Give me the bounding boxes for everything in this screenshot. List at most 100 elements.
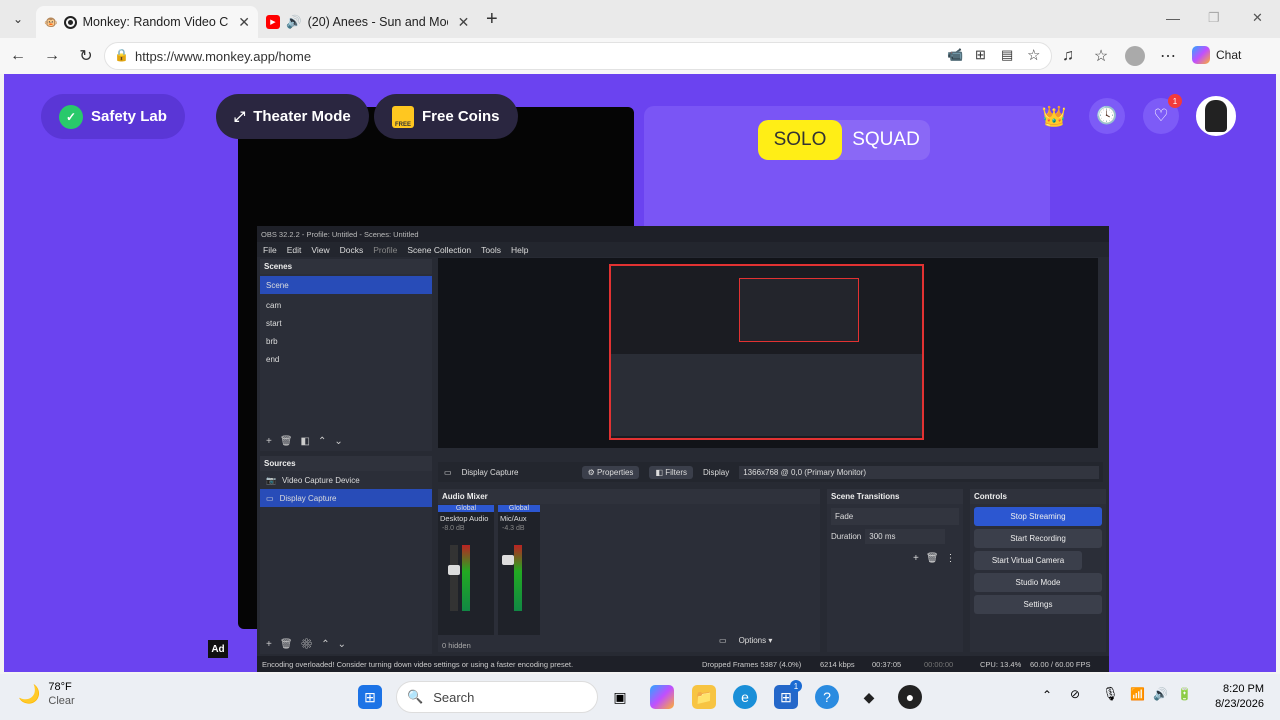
favorite-star-icon[interactable]: ☆ <box>1027 46 1040 64</box>
menu-docks[interactable]: Docks <box>340 245 364 255</box>
menu-help[interactable]: Help <box>511 245 528 255</box>
minimize-button[interactable]: — <box>1166 10 1180 26</box>
tab-title: (20) Anees - Sun and Moon (C <box>307 15 448 29</box>
delete-icon[interactable]: 🗑 <box>926 553 946 564</box>
display-select[interactable]: 1366x768 @ 0,0 (Primary Monitor) <box>739 465 1100 479</box>
store-icon[interactable]: ⊞ 1 <box>774 680 802 709</box>
copilot-chat-button[interactable]: Chat <box>1192 46 1241 64</box>
menu-tools[interactable]: Tools <box>481 245 501 255</box>
microphone-icon[interactable]: 🎙 <box>1102 686 1119 702</box>
free-coins-button[interactable]: FREE Free Coins <box>374 94 518 139</box>
add-icon[interactable]: + <box>266 639 280 650</box>
scene-item[interactable]: Scene <box>260 276 432 294</box>
menu-edit[interactable]: Edit <box>287 245 302 255</box>
volume-slider[interactable] <box>502 555 514 565</box>
source-item[interactable]: ▭ Display Capture <box>260 489 432 507</box>
tab-youtube[interactable]: ▶ 🔊 (20) Anees - Sun and Moon (C ✕ <box>258 6 478 38</box>
start-icon[interactable]: ⊞ <box>358 685 382 709</box>
mode-toggle: SOLO SQUAD <box>758 120 930 160</box>
duration-field[interactable]: 300 ms <box>865 529 946 544</box>
delete-icon[interactable]: 🗑 <box>280 639 301 650</box>
down-icon[interactable]: ⌄ <box>334 436 350 447</box>
menu-scene-collection[interactable]: Scene Collection <box>407 245 471 255</box>
back-icon[interactable]: ← <box>8 46 28 66</box>
transition-select[interactable]: Fade <box>831 508 959 525</box>
apps-icon[interactable]: ⊞ <box>975 47 986 63</box>
tray-chevron-icon[interactable]: ⌃ <box>1042 688 1052 702</box>
task-view-icon[interactable]: ▣ <box>608 685 632 709</box>
site-info-icon[interactable]: 🔒 <box>114 48 129 62</box>
down-icon[interactable]: ⌄ <box>338 639 354 650</box>
help-icon[interactable]: ? <box>815 685 839 709</box>
scene-item[interactable]: cam <box>260 296 432 314</box>
up-icon[interactable]: ⌃ <box>321 639 337 650</box>
source-item[interactable]: 📷 Video Capture Device <box>260 471 432 489</box>
crown-icon[interactable]: 👑 <box>1036 98 1072 134</box>
user-avatar[interactable] <box>1196 96 1236 136</box>
menu-view[interactable]: View <box>311 245 329 255</box>
volume-icon[interactable]: 🔊 <box>1153 687 1168 701</box>
obs-tray-icon[interactable]: ⊘ <box>1070 687 1080 701</box>
moon-icon: 🌙 <box>18 683 41 704</box>
media-icon[interactable]: ♫ <box>1058 46 1078 66</box>
filter-icon[interactable]: ◧ <box>301 436 318 447</box>
solo-tab[interactable]: SOLO <box>758 120 842 160</box>
camera-icon[interactable]: 📹 <box>947 47 963 63</box>
more-icon[interactable]: ⋯ <box>1158 46 1178 66</box>
forward-icon[interactable]: → <box>42 46 62 66</box>
copilot-icon <box>1192 46 1210 64</box>
mixer-layout-icon[interactable]: ▭ <box>719 636 727 645</box>
gear-icon[interactable]: ⚙ <box>301 639 322 650</box>
menu-profile[interactable]: Profile <box>373 245 397 255</box>
copilot-icon[interactable] <box>650 685 674 709</box>
history-icon[interactable]: 🕓 <box>1089 98 1125 134</box>
studio-mode-button[interactable]: Studio Mode <box>974 573 1102 592</box>
delete-icon[interactable]: 🗑 <box>280 436 301 447</box>
tab-list-chevron-icon[interactable]: ⌄ <box>0 12 36 26</box>
edge-icon[interactable]: e <box>733 685 757 709</box>
weather-widget[interactable]: 🌙 78°F Clear <box>18 680 75 708</box>
safety-lab-button[interactable]: ✓ Safety Lab <box>41 94 185 139</box>
profile-avatar[interactable] <box>1125 46 1145 66</box>
clock[interactable]: 8:20 PM 8/23/2026 <box>1206 682 1264 712</box>
close-window-button[interactable]: ✕ <box>1252 10 1263 26</box>
stop-streaming-button[interactable]: Stop Streaming <box>974 507 1102 526</box>
scene-item[interactable]: end <box>260 350 432 368</box>
restore-button[interactable]: ❐ <box>1208 10 1220 26</box>
scene-item[interactable]: brb <box>260 332 432 350</box>
filters-button[interactable]: ◧ Filters <box>649 465 693 479</box>
display-capture-frame[interactable] <box>609 264 924 440</box>
refresh-icon[interactable]: ↻ <box>76 46 96 66</box>
up-icon[interactable]: ⌃ <box>318 436 334 447</box>
battery-icon[interactable]: 🔋 <box>1177 687 1192 701</box>
properties-button[interactable]: ⚙ Properties <box>581 465 640 479</box>
settings-button[interactable]: Settings <box>974 595 1102 614</box>
favorites-icon[interactable]: ☆ <box>1091 46 1111 66</box>
more-icon[interactable]: ⋮ <box>946 553 963 564</box>
menu-file[interactable]: File <box>263 245 277 255</box>
file-explorer-icon[interactable]: 📁 <box>692 685 716 709</box>
squad-tab[interactable]: SQUAD <box>842 120 930 160</box>
tab-monkey[interactable]: 🐵 Monkey: Random Video Chat ✕ <box>36 6 258 38</box>
add-icon[interactable]: + <box>266 436 280 447</box>
add-icon[interactable]: + <box>913 553 926 564</box>
dropbox-icon[interactable]: ◆ <box>857 685 881 709</box>
taskbar-search[interactable]: 🔍 Search <box>396 681 598 713</box>
speaker-icon[interactable]: 🔊 <box>286 15 302 30</box>
scene-item[interactable]: start <box>260 314 432 332</box>
close-tab-icon[interactable]: ✕ <box>458 14 470 31</box>
obs-icon[interactable]: ● <box>898 685 922 709</box>
reader-icon[interactable]: ▤ <box>1001 47 1013 63</box>
url-field[interactable]: 🔒 https://www.monkey.app/home 📹 ⊞ ▤ ☆ <box>104 42 1052 70</box>
monitor-icon: ▭ <box>266 493 274 503</box>
start-virtual-camera-button[interactable]: Start Virtual Camera <box>974 551 1082 570</box>
volume-slider[interactable] <box>448 565 460 575</box>
options-button[interactable]: Options ▾ <box>739 636 773 645</box>
start-recording-button[interactable]: Start Recording <box>974 529 1102 548</box>
close-tab-icon[interactable]: ✕ <box>238 14 250 31</box>
wifi-icon[interactable]: 📶 <box>1130 687 1145 701</box>
messages-icon[interactable]: ♡ 1 <box>1143 94 1182 134</box>
new-tab-button[interactable]: + <box>486 8 498 31</box>
theater-mode-button[interactable]: ⤢ Theater Mode <box>216 94 369 139</box>
scene-toolbar: +🗑◧⌃⌄ <box>266 436 351 447</box>
